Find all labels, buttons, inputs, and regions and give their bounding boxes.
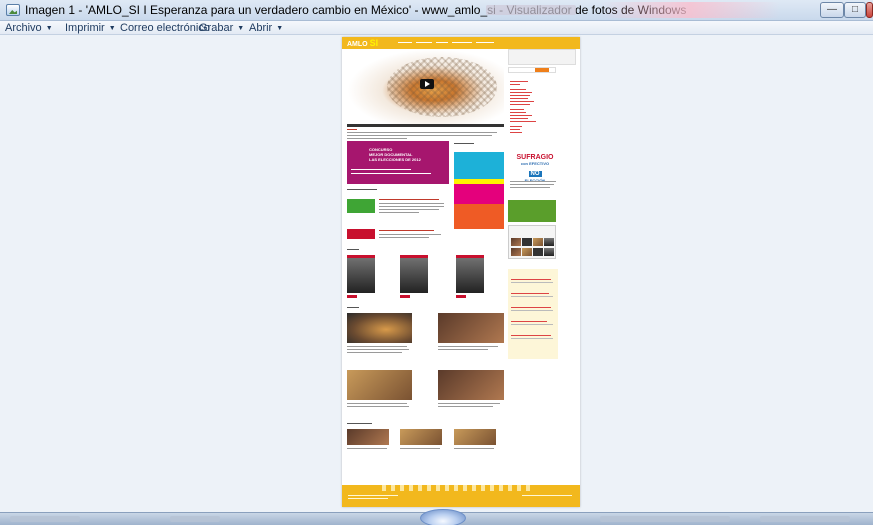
- sidebar-link: [510, 112, 526, 113]
- search-button: [535, 68, 549, 72]
- maximize-button[interactable]: □: [844, 2, 866, 18]
- sidebar-link: [510, 132, 522, 133]
- site-header: AMLO SI: [342, 37, 580, 49]
- green-banner: [508, 200, 556, 222]
- section-heading: [454, 143, 474, 145]
- minimize-button[interactable]: —: [820, 2, 844, 18]
- play-icon: [420, 79, 434, 89]
- chevron-down-icon: ▼: [237, 25, 245, 32]
- menu-bar: Archivo ▼ Imprimir ▼ Correo electrónico Gr…: [0, 21, 873, 35]
- menu-abrir[interactable]: Abrir ▼: [249, 22, 283, 34]
- chevron-down-icon: ▼: [45, 25, 53, 32]
- nav-item: [416, 42, 432, 44]
- photo-viewer-icon: [6, 4, 20, 16]
- close-button[interactable]: [866, 2, 873, 18]
- hero-video: [347, 49, 504, 124]
- site-logo: AMLO SI: [347, 38, 379, 48]
- nav-item: [476, 42, 494, 44]
- sidebar-link: [510, 92, 532, 93]
- nav-item: [452, 42, 472, 44]
- article-thumbnail: [456, 255, 484, 293]
- sidebar-link: [510, 104, 530, 105]
- menu-archivo[interactable]: Archivo ▼: [5, 22, 53, 34]
- sidebar-link: [510, 89, 526, 90]
- video-controls-bar: [347, 124, 504, 127]
- sidebar-link: [510, 101, 534, 102]
- site-footer: [342, 485, 580, 507]
- article-text: [347, 132, 497, 134]
- sidebar-link: [510, 98, 528, 99]
- menu-imprimir[interactable]: Imprimir ▼: [65, 22, 116, 34]
- facebook-box: [508, 225, 556, 259]
- sidebar-link: [510, 126, 522, 127]
- news-badge: [347, 199, 375, 213]
- displayed-image: AMLO SI CONCURSO MEJOR DOCUMENTAL LAS EL…: [342, 37, 580, 507]
- concurso-banner: CONCURSO MEJOR DOCUMENTAL LAS ELECCIONES…: [347, 141, 449, 184]
- menu-grabar[interactable]: Grabar ▼: [199, 22, 244, 34]
- sidebar-link: [510, 118, 528, 119]
- chevron-down-icon: ▼: [108, 25, 116, 32]
- start-orb-icon[interactable]: [420, 509, 466, 525]
- article-thumbnail: [400, 255, 428, 293]
- sidebar-link: [510, 115, 532, 116]
- nav-item: [398, 42, 412, 44]
- sidebar-link: [510, 84, 520, 85]
- taskbar: [0, 509, 873, 525]
- section-heading: [347, 189, 377, 191]
- twitter-panel: [508, 269, 558, 359]
- article-text: [347, 138, 407, 140]
- news-title: [379, 199, 439, 201]
- orange-banner: [454, 204, 504, 229]
- sidebar-link: [510, 129, 520, 130]
- news-badge: [347, 229, 375, 239]
- section-heading: [347, 307, 359, 309]
- article-label: [347, 129, 357, 131]
- article-thumbnail: [347, 255, 375, 293]
- sidebar-link: [510, 81, 528, 82]
- section-heading: [347, 249, 359, 251]
- section-heading: [347, 423, 372, 425]
- gallery-thumbnail: [454, 429, 496, 445]
- login-box: [508, 49, 576, 65]
- video-thumbnail: [438, 370, 504, 400]
- pink-banner: [454, 184, 504, 204]
- title-blur-region: [486, 5, 576, 15]
- video-thumbnail: [347, 370, 412, 400]
- nav-item: [436, 42, 448, 44]
- sufragio-banner: SUFRAGIO con EFECTIVO NO ELECCIÓN: [516, 154, 554, 183]
- chevron-down-icon: ▼: [276, 25, 284, 32]
- gallery-thumbnail: [400, 429, 442, 445]
- title-bar[interactable]: Imagen 1 - 'AMLO_SI I Esperanza para un …: [0, 0, 873, 21]
- window-title: Imagen 1 - 'AMLO_SI I Esperanza para un …: [25, 3, 687, 17]
- video-thumbnail: [347, 313, 412, 343]
- sidebar-link: [510, 95, 530, 96]
- gallery-thumbnail: [347, 429, 389, 445]
- sidebar-link: [510, 121, 536, 122]
- title-glow: [600, 2, 780, 18]
- menu-correo-electronico[interactable]: Correo electrónico: [120, 22, 210, 34]
- video-thumbnail: [438, 313, 504, 343]
- article-text: [347, 135, 492, 137]
- news-title: [379, 230, 434, 232]
- sidebar-link: [510, 109, 524, 110]
